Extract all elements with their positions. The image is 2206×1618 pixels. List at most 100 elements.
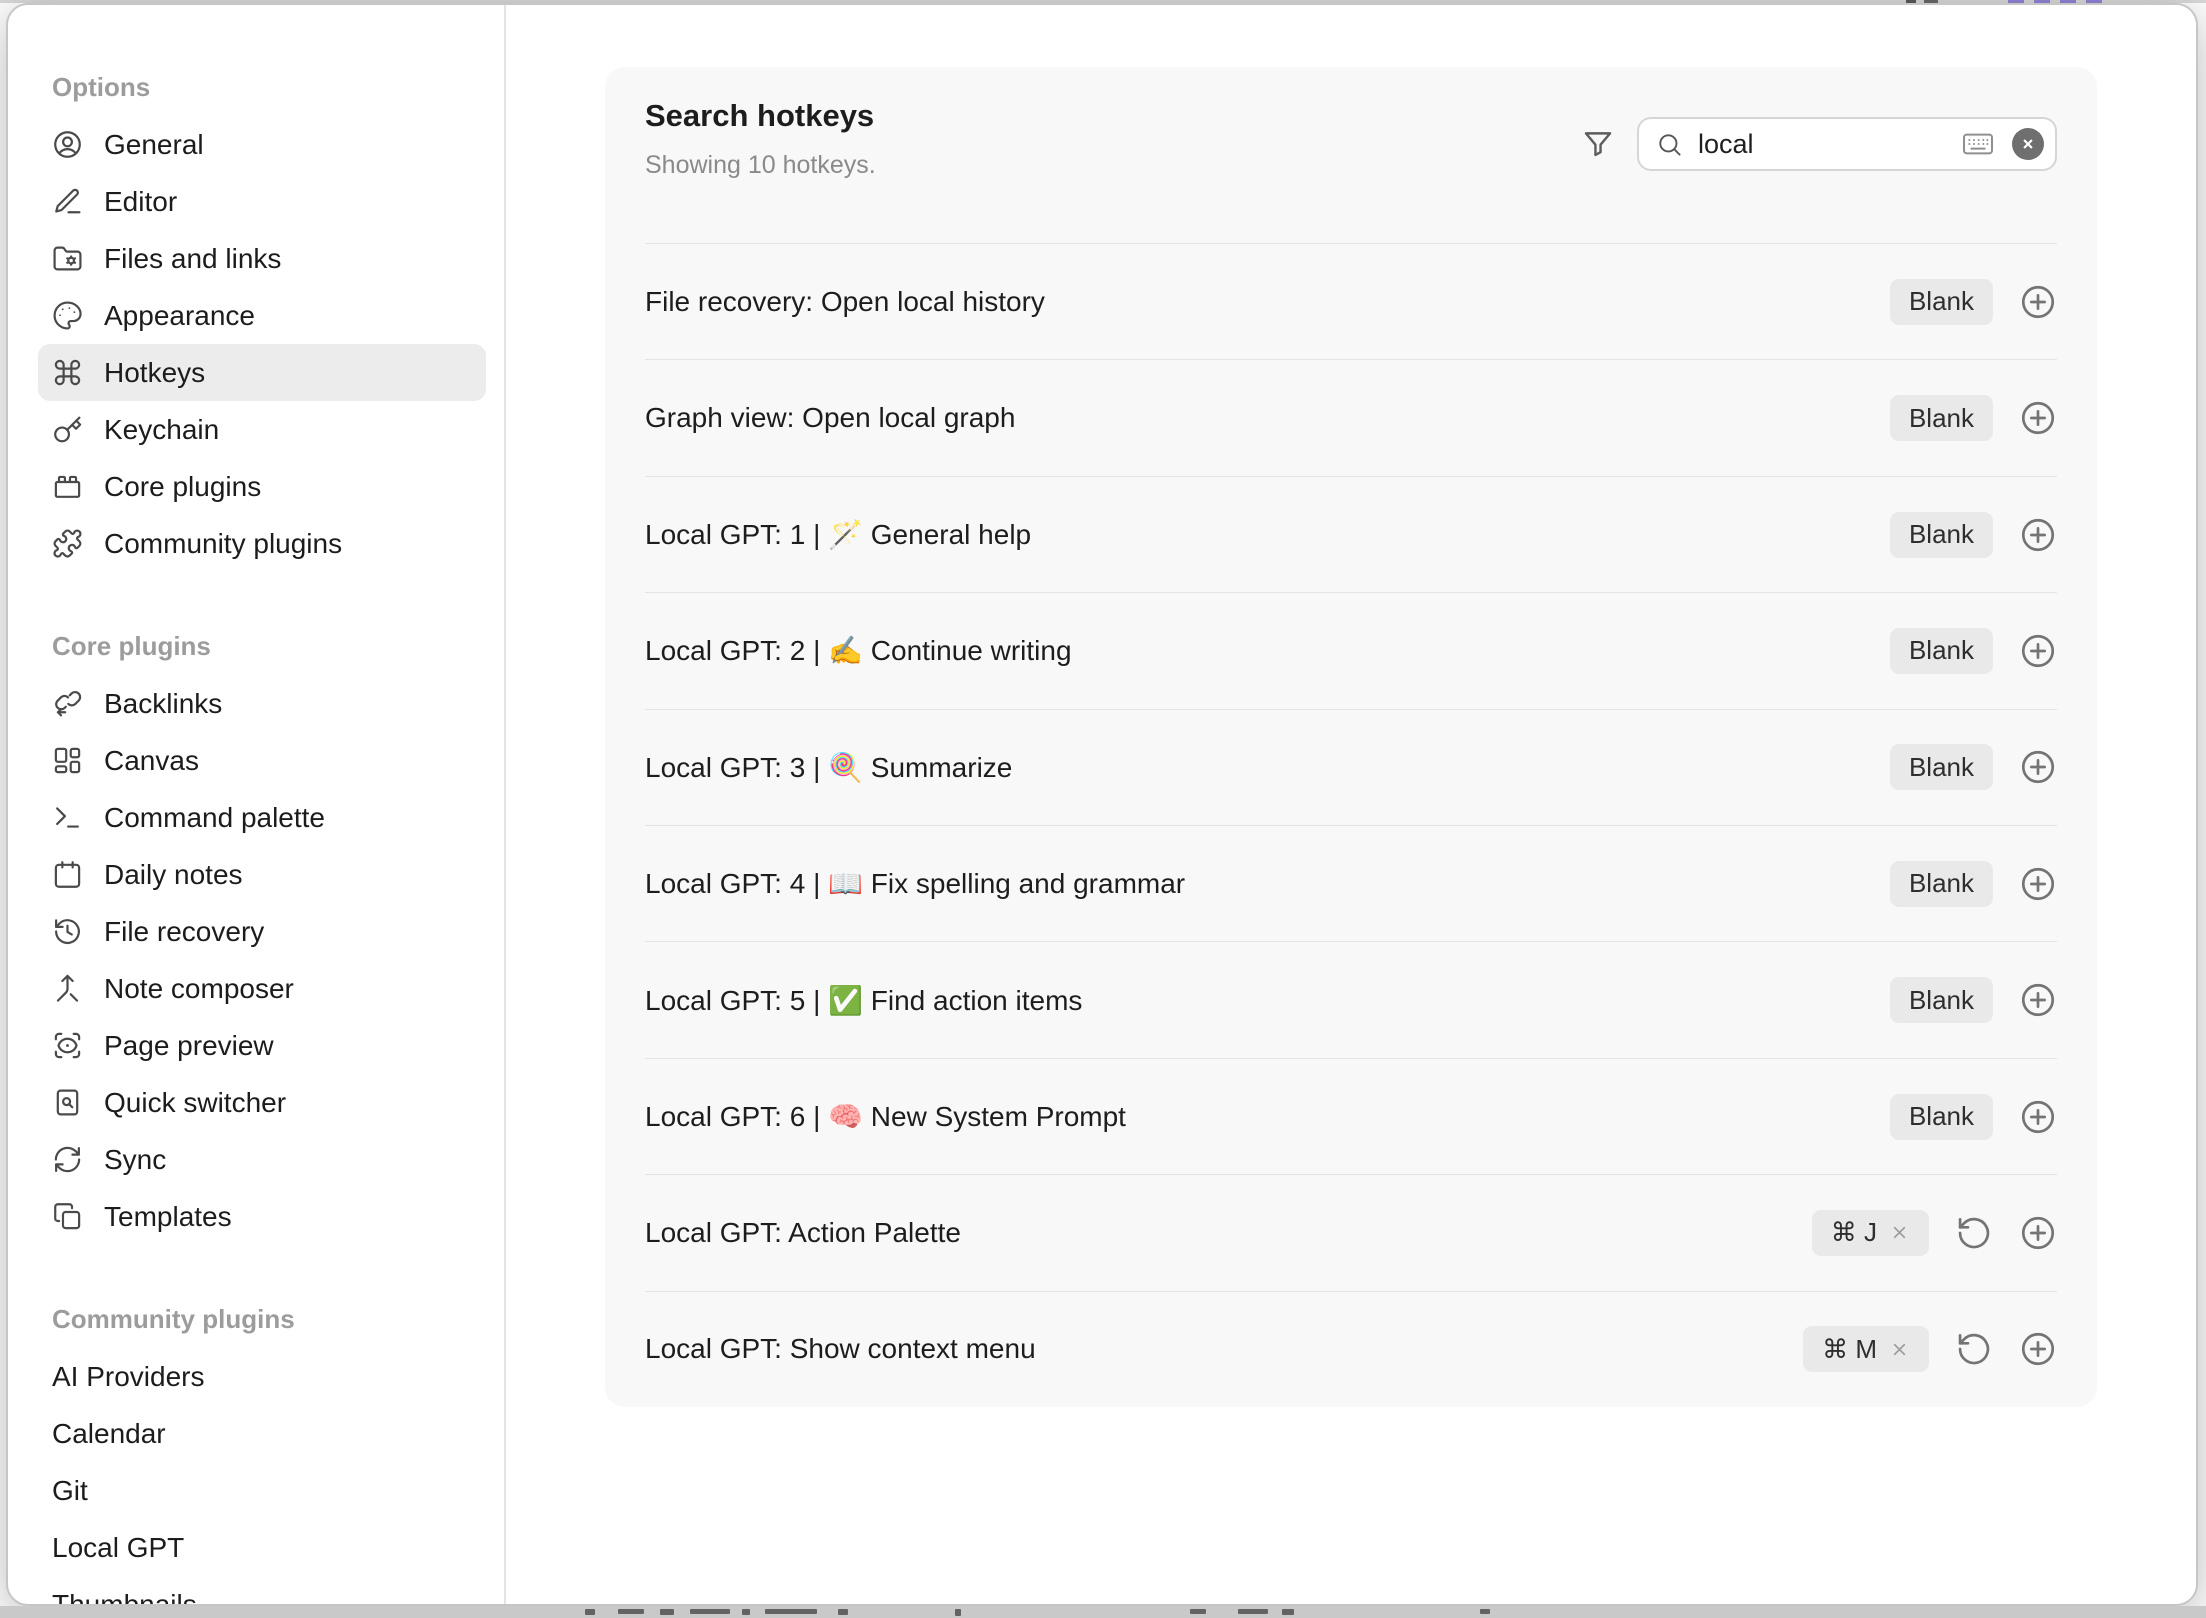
hotkey-badge: ⌘ M <box>1803 1326 1929 1372</box>
settings-content: Search hotkeys Showing 10 hotkeys. <box>506 5 2196 1604</box>
filter-icon[interactable] <box>1581 127 1615 161</box>
keyboard-icon[interactable] <box>1957 128 1999 160</box>
hotkey-badge: ⌘ J <box>1812 1210 1929 1256</box>
sidebar-item-backlinks[interactable]: Backlinks <box>38 675 486 732</box>
hotkey-command-label: Local GPT: 5 | ✅ Find action items <box>645 984 1082 1017</box>
sidebar-item-label: Canvas <box>104 745 199 777</box>
sidebar-item-label: Keychain <box>104 414 219 446</box>
sidebar-item-label: Daily notes <box>104 859 243 891</box>
sidebar-item-local-gpt[interactable]: Local GPT <box>38 1519 486 1576</box>
clear-search-icon[interactable] <box>2012 128 2044 160</box>
page-title: Search hotkeys <box>645 97 876 135</box>
sidebar-item-label: Sync <box>104 1144 166 1176</box>
hotkey-keys: ⌘ M <box>1822 1334 1877 1365</box>
search-input[interactable] <box>1696 128 1944 161</box>
sidebar-section: Core plugins Backlinks Canvas Command pa… <box>52 618 504 1245</box>
sidebar-item-label: Core plugins <box>104 471 261 503</box>
toy-brick-icon <box>52 471 83 502</box>
file-search-icon <box>52 1087 83 1118</box>
history-icon <box>52 916 83 947</box>
hotkey-badge: Blank <box>1890 279 1993 325</box>
sidebar-item-label: File recovery <box>104 916 264 948</box>
hotkey-badge: Blank <box>1890 628 1993 674</box>
terminal-icon <box>52 802 83 833</box>
sidebar-item-canvas[interactable]: Canvas <box>38 732 486 789</box>
hotkey-badge: Blank <box>1890 512 1993 558</box>
hotkey-keys: Blank <box>1909 519 1974 550</box>
sidebar-item-quick-switcher[interactable]: Quick switcher <box>38 1074 486 1131</box>
sidebar-section-items: AI Providers Calendar Git Local GPT Thum… <box>52 1348 504 1604</box>
add-hotkey-icon[interactable] <box>2019 1330 2057 1368</box>
background-app-strip <box>0 1606 2206 1618</box>
sidebar-item-command-palette[interactable]: Command palette <box>38 789 486 846</box>
search-area <box>1581 117 2057 171</box>
sidebar-item-general[interactable]: General <box>38 116 486 173</box>
sidebar-item-ai-providers[interactable]: AI Providers <box>38 1348 486 1405</box>
screenshot-root: Options General Editor Files and links A… <box>0 0 2206 1618</box>
sidebar-item-templates[interactable]: Templates <box>38 1188 486 1245</box>
hotkey-command-label: Local GPT: 6 | 🧠 New System Prompt <box>645 1100 1126 1133</box>
sidebar-item-label: Page preview <box>104 1030 274 1062</box>
hotkey-controls: Blank <box>1890 977 2057 1023</box>
results-count: Showing 10 hotkeys. <box>645 151 876 180</box>
add-hotkey-icon[interactable] <box>2019 865 2057 903</box>
sidebar-item-label: Command palette <box>104 802 325 834</box>
sidebar-section-heading: Core plugins <box>52 618 504 675</box>
sidebar-item-hotkeys[interactable]: Hotkeys <box>38 344 486 401</box>
hotkey-badge: Blank <box>1890 744 1993 790</box>
add-hotkey-icon[interactable] <box>2019 981 2057 1019</box>
add-hotkey-icon[interactable] <box>2019 399 2057 437</box>
remove-hotkey-icon[interactable] <box>1889 1339 1910 1360</box>
sidebar-item-label: Files and links <box>104 243 281 275</box>
hotkey-controls: Blank <box>1890 861 2057 907</box>
add-hotkey-icon[interactable] <box>2019 632 2057 670</box>
hotkey-keys: Blank <box>1909 868 1974 899</box>
sidebar-section: Options General Editor Files and links A… <box>52 59 504 572</box>
hotkey-command-label: Local GPT: Action Palette <box>645 1217 961 1249</box>
hotkey-keys: Blank <box>1909 635 1974 666</box>
sidebar-item-community-plugins[interactable]: Community plugins <box>38 515 486 572</box>
sidebar-item-git[interactable]: Git <box>38 1462 486 1519</box>
restore-default-icon[interactable] <box>1955 1330 1993 1368</box>
sidebar-item-core-plugins[interactable]: Core plugins <box>38 458 486 515</box>
palette-icon <box>52 300 83 331</box>
sidebar-item-files-and-links[interactable]: Files and links <box>38 230 486 287</box>
hotkey-row: Local GPT: 4 | 📖 Fix spelling and gramma… <box>645 825 2057 941</box>
sidebar-item-file-recovery[interactable]: File recovery <box>38 903 486 960</box>
add-hotkey-icon[interactable] <box>2019 516 2057 554</box>
sidebar-item-label: AI Providers <box>52 1361 205 1393</box>
sidebar-item-label: Git <box>52 1475 88 1507</box>
sidebar-item-label: Templates <box>104 1201 232 1233</box>
sidebar-item-appearance[interactable]: Appearance <box>38 287 486 344</box>
hotkey-keys: Blank <box>1909 752 1974 783</box>
add-hotkey-icon[interactable] <box>2019 283 2057 321</box>
hotkey-controls: Blank <box>1890 744 2057 790</box>
sidebar-item-note-composer[interactable]: Note composer <box>38 960 486 1017</box>
sidebar-item-calendar[interactable]: Calendar <box>38 1405 486 1462</box>
sidebar-section-heading: Community plugins <box>52 1291 504 1348</box>
sidebar-item-sync[interactable]: Sync <box>38 1131 486 1188</box>
sidebar-item-page-preview[interactable]: Page preview <box>38 1017 486 1074</box>
add-hotkey-icon[interactable] <box>2019 748 2057 786</box>
restore-default-icon[interactable] <box>1955 1214 1993 1252</box>
sidebar-item-thumbnails[interactable]: Thumbnails <box>38 1576 486 1604</box>
hotkey-row: Local GPT: Action Palette ⌘ J <box>645 1174 2057 1290</box>
hotkey-command-label: Graph view: Open local graph <box>645 402 1015 434</box>
add-hotkey-icon[interactable] <box>2019 1098 2057 1136</box>
hotkeys-panel: Search hotkeys Showing 10 hotkeys. <box>605 67 2097 1407</box>
hotkey-row: Local GPT: Show context menu ⌘ M <box>645 1291 2057 1407</box>
layout-dashboard-icon <box>52 745 83 776</box>
search-box <box>1637 117 2057 171</box>
hotkeys-header-text: Search hotkeys Showing 10 hotkeys. <box>645 97 876 180</box>
hotkey-command-label: Local GPT: 2 | ✍️ Continue writing <box>645 634 1072 667</box>
hotkey-keys: Blank <box>1909 286 1974 317</box>
sidebar-section: Community plugins AI Providers Calendar … <box>52 1291 504 1604</box>
sidebar-item-label: Community plugins <box>104 528 342 560</box>
sidebar-item-keychain[interactable]: Keychain <box>38 401 486 458</box>
sidebar-item-daily-notes[interactable]: Daily notes <box>38 846 486 903</box>
remove-hotkey-icon[interactable] <box>1889 1222 1910 1243</box>
add-hotkey-icon[interactable] <box>2019 1214 2057 1252</box>
hotkey-badge: Blank <box>1890 1094 1993 1140</box>
sidebar-item-editor[interactable]: Editor <box>38 173 486 230</box>
sidebar-item-label: Quick switcher <box>104 1087 286 1119</box>
